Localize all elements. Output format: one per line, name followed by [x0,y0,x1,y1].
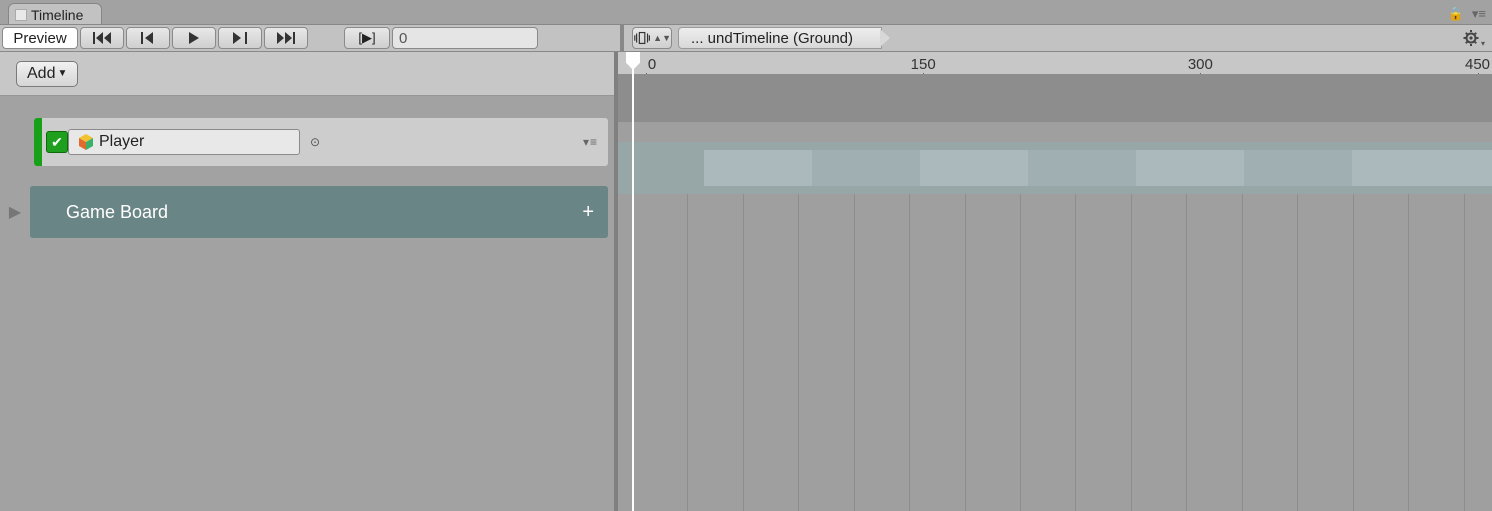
clip[interactable] [1028,150,1136,186]
dropdown-caret-icon: ▼ [57,68,67,79]
group-color-strip [30,186,66,238]
lock-icon[interactable]: 🔒 [1448,6,1464,22]
track-color-strip [34,118,42,166]
track-list-pane: Add▼ ✔ Player ⊙ ▾≡ [0,52,618,511]
toolbar: Preview [▶] 0 [0,24,1492,52]
tab-title: Timeline [31,7,83,23]
track-binding-field[interactable]: Player [68,129,300,155]
goto-end-button[interactable] [264,27,308,49]
clip[interactable] [1244,150,1352,186]
add-track-button[interactable]: Add▼ [16,61,78,87]
goto-start-button[interactable] [80,27,124,49]
grid-lines [632,194,1492,511]
group-add-button[interactable]: + [582,201,594,224]
group-track-label: Game Board [66,202,168,223]
main-area: Add▼ ✔ Player ⊙ ▾≡ [0,52,1492,511]
track-lane-player[interactable] [618,74,1492,122]
clip[interactable] [920,150,1028,186]
track-lane-gameboard[interactable] [618,142,1492,194]
group-expand-toggle[interactable]: ▶ [0,202,30,222]
clip[interactable] [1352,150,1492,186]
preview-button[interactable]: Preview [2,27,78,49]
playhead[interactable] [632,52,634,511]
gameobject-cube-icon [77,133,95,151]
settings-gear-icon[interactable]: ▾ [1462,27,1486,49]
breadcrumb-asset[interactable]: ... undTimeline (Ground) [678,27,882,49]
clip[interactable] [1136,150,1244,186]
track-enable-toggle[interactable]: ✔ [46,131,68,153]
object-picker-icon[interactable]: ⊙ [310,135,320,149]
add-row: Add▼ [0,52,614,96]
prev-frame-button[interactable] [126,27,170,49]
play-button[interactable] [172,27,216,49]
track-binding-name: Player [99,133,144,151]
clip[interactable] [704,150,812,186]
track-options-icon[interactable]: ▾≡ [583,135,598,149]
frame-value: 0 [399,30,407,47]
pane-divider[interactable] [620,25,624,51]
context-menu-icon[interactable]: ▾≡ [1472,6,1486,22]
timeline-tab-icon [15,9,27,21]
breadcrumb-asset-label: ... undTimeline (Ground) [691,30,853,47]
window-tab-row: Timeline 🔒 ▾≡ [0,0,1492,24]
add-label: Add [27,65,55,83]
clip-container [704,150,1492,186]
play-range-button[interactable]: [▶] [344,27,390,49]
clip[interactable] [812,150,920,186]
next-frame-button[interactable] [218,27,262,49]
tab-timeline[interactable]: Timeline [8,3,102,24]
frame-field[interactable]: 0 [392,27,538,49]
timeline-content-pane[interactable]: 0150300450 [618,52,1492,511]
breadcrumb: ... undTimeline (Ground) [678,27,1456,49]
track-animation-player[interactable]: ✔ Player ⊙ ▾≡ [34,118,608,166]
track-group-gameboard[interactable]: Game Board + [30,186,608,238]
edit-mode-button[interactable]: ▲▼ [632,27,672,49]
